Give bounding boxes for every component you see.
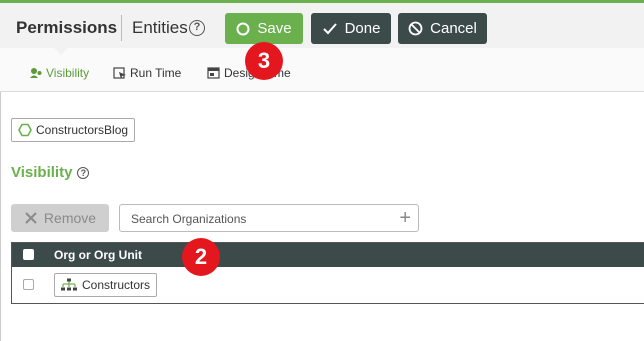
table-row[interactable]: Constructors [54,273,158,297]
hexagon-icon [18,123,32,137]
remove-button[interactable]: Remove [11,204,109,232]
annotation-badge-3: 3 [245,42,283,80]
tab-visibility-label: Visibility [46,66,90,80]
annotation-badge-2: 2 [182,238,220,276]
circle-icon [236,22,250,35]
content-left-border [0,92,1,341]
remove-button-label: Remove [43,210,97,226]
done-button[interactable]: Done [311,13,391,44]
title-divider [121,15,122,41]
sub-navigation [0,48,644,92]
entity-chip[interactable]: ConstructorsBlog [11,118,136,142]
page-title: Permissions [16,18,118,37]
table-header: Org or Org Unit [12,243,644,267]
header-caret [54,48,68,55]
add-plus-icon[interactable]: + [399,207,411,229]
search-organizations-input[interactable] [131,212,391,226]
cancel-button-label: Cancel [430,20,477,37]
check-icon [322,22,337,34]
search-organizations[interactable]: + [119,204,419,232]
cancel-button[interactable]: Cancel [398,13,487,44]
save-button-label: Save [257,20,292,37]
row-checkbox[interactable] [23,279,34,290]
design-time-icon [207,66,220,79]
org-tree-icon [61,278,77,291]
select-all-checkbox[interactable] [23,249,34,260]
eye-person-icon [30,68,42,78]
entities-label: Entities [132,18,188,37]
entity-name: ConstructorsBlog [36,123,129,137]
visibility-heading-text: Visibility [11,164,73,181]
column-header-org: Org or Org Unit [54,248,142,262]
tab-visibility[interactable]: Visibility [29,66,89,80]
prohibited-icon [408,21,423,36]
save-button[interactable]: Save [225,13,303,44]
header-bar: Permissions Entities ? Save Done Cancel [0,3,644,48]
x-icon [25,212,37,224]
org-table: Org or Org Unit Constructors [11,242,644,304]
org-name: Constructors [82,278,151,292]
visibility-heading: Visibility ? [11,164,90,181]
run-time-icon [113,66,126,79]
done-button-label: Done [344,20,381,37]
help-icon[interactable]: ? [189,20,205,36]
visibility-help-icon[interactable]: ? [77,166,90,179]
tab-run-time[interactable]: Run Time [113,66,181,80]
tab-run-time-label: Run Time [130,66,182,80]
